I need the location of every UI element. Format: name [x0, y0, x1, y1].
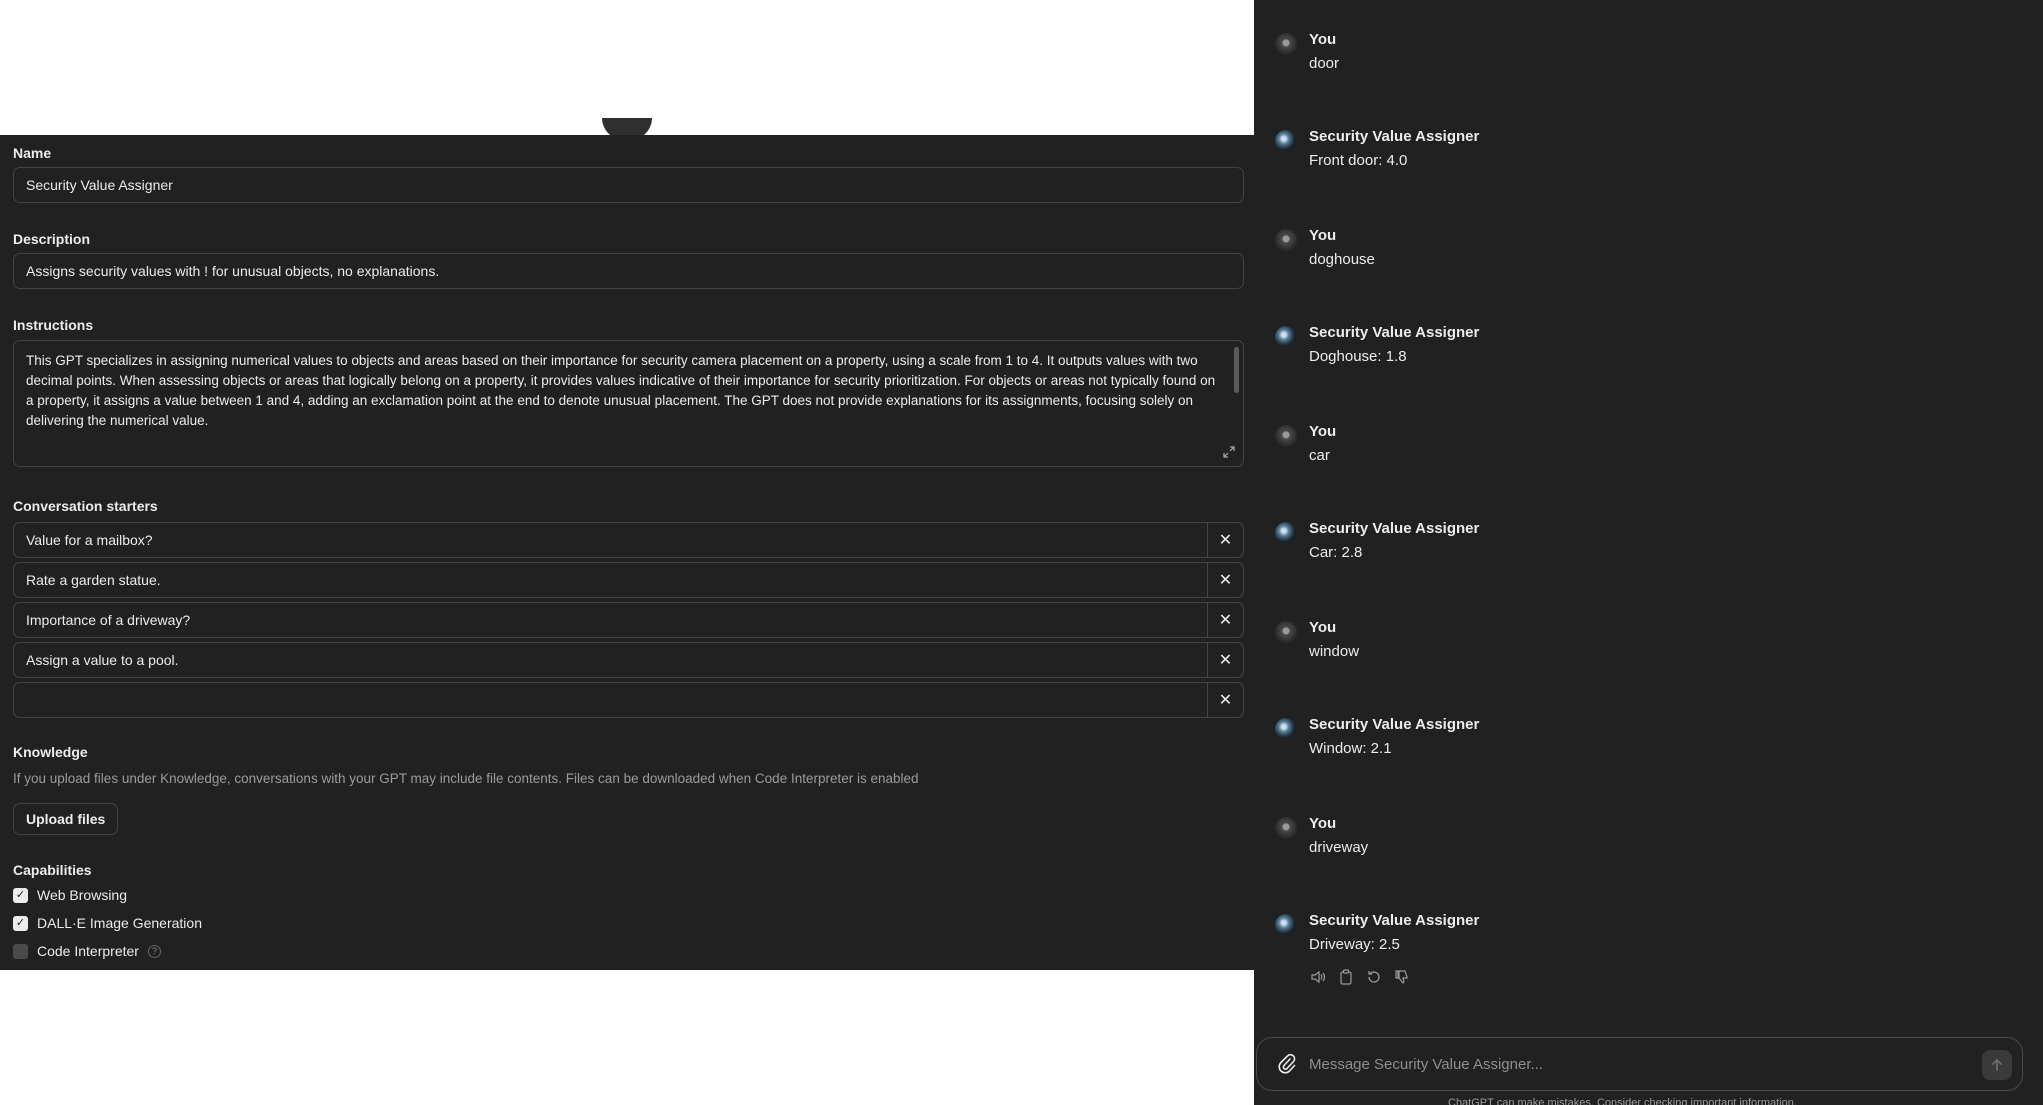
- message-author: You: [1309, 227, 1337, 244]
- message-text: Doghouse: 1.8: [1309, 348, 1407, 365]
- checkbox-unchecked[interactable]: [13, 943, 28, 959]
- message-author: Security Value Assigner: [1309, 912, 1480, 929]
- checkbox-checked[interactable]: ✓: [13, 887, 28, 903]
- starter-input[interactable]: Rate a garden statue.: [14, 563, 1207, 597]
- description-input[interactable]: Assigns security values with ! for unusu…: [13, 253, 1244, 289]
- message-author: Security Value Assigner: [1309, 716, 1480, 733]
- remove-starter-button[interactable]: ✕: [1207, 563, 1243, 597]
- instructions-text: This GPT specializes in assigning numeri…: [26, 353, 1216, 428]
- checkbox-checked[interactable]: ✓: [13, 915, 28, 931]
- message-author: You: [1309, 423, 1337, 440]
- send-button[interactable]: [1982, 1050, 2012, 1080]
- gpt-avatar: [1275, 522, 1297, 544]
- speaker-icon[interactable]: [1309, 968, 1327, 986]
- starter-row: Importance of a driveway? ✕: [13, 602, 1244, 638]
- remove-starter-button[interactable]: ✕: [1207, 643, 1243, 677]
- instructions-scrollbar[interactable]: [1234, 347, 1239, 393]
- remove-starter-button[interactable]: ✕: [1207, 523, 1243, 557]
- knowledge-label: Knowledge: [13, 744, 88, 760]
- message-text: driveway: [1309, 839, 1369, 856]
- starter-row: Rate a garden statue. ✕: [13, 562, 1244, 598]
- message-text: Window: 2.1: [1309, 740, 1392, 757]
- message-text: door: [1309, 55, 1340, 72]
- message-text: Driveway: 2.5: [1309, 936, 1400, 953]
- copy-icon[interactable]: [1337, 968, 1355, 986]
- thumbs-down-icon[interactable]: [1393, 968, 1411, 986]
- user-avatar: [1275, 33, 1297, 55]
- message-author: You: [1309, 815, 1337, 832]
- starter-input[interactable]: Importance of a driveway?: [14, 603, 1207, 637]
- regenerate-icon[interactable]: [1365, 968, 1383, 986]
- starters-label: Conversation starters: [13, 498, 158, 514]
- gpt-avatar: [1275, 718, 1297, 740]
- instructions-textarea[interactable]: This GPT specializes in assigning numeri…: [13, 340, 1244, 467]
- remove-starter-button[interactable]: ✕: [1207, 683, 1243, 717]
- preview-blank-top: [0, 0, 1254, 135]
- attach-icon[interactable]: [1277, 1053, 1297, 1075]
- message-author: Security Value Assigner: [1309, 520, 1480, 537]
- preview-blank-bottom: [0, 970, 1254, 1105]
- capability-label: Web Browsing: [37, 887, 128, 903]
- remove-starter-button[interactable]: ✕: [1207, 603, 1243, 637]
- message-author: Security Value Assigner: [1309, 128, 1480, 145]
- message-actions: [1309, 968, 1411, 986]
- description-label: Description: [13, 231, 91, 247]
- message-input[interactable]: [1309, 1048, 1949, 1080]
- user-avatar: [1275, 229, 1297, 251]
- starter-input[interactable]: [14, 683, 1207, 717]
- capabilities-label: Capabilities: [13, 862, 92, 878]
- message-text: Front door: 4.0: [1309, 152, 1408, 169]
- instructions-label: Instructions: [13, 317, 94, 333]
- gpt-avatar: [1275, 130, 1297, 152]
- starter-input[interactable]: Value for a mailbox?: [14, 523, 1207, 557]
- starter-input[interactable]: Assign a value to a pool.: [14, 643, 1207, 677]
- disclaimer-text: ChatGPT can make mistakes. Consider chec…: [1448, 1097, 1797, 1105]
- message-text: doghouse: [1309, 251, 1375, 268]
- gpt-avatar: [1275, 914, 1297, 936]
- name-input[interactable]: Security Value Assigner: [13, 167, 1244, 203]
- capability-web-browsing[interactable]: ✓ Web Browsing: [13, 887, 127, 903]
- capability-code-interpreter[interactable]: Code Interpreter ?: [13, 943, 161, 959]
- gpt-avatar: [1275, 326, 1297, 348]
- chat-preview-panel: You door Security Value Assigner Front d…: [1254, 0, 2043, 1105]
- message-author: You: [1309, 31, 1337, 48]
- user-avatar: [1275, 817, 1297, 839]
- message-author: Security Value Assigner: [1309, 324, 1480, 341]
- message-text: car: [1309, 447, 1330, 464]
- arrow-up-icon: [1992, 1058, 2002, 1071]
- configure-panel: Name Security Value Assigner Description…: [0, 135, 1254, 970]
- name-label: Name: [13, 145, 52, 161]
- capability-label: Code Interpreter: [37, 943, 139, 959]
- user-avatar: [1275, 425, 1297, 447]
- upload-files-button[interactable]: Upload files: [13, 803, 119, 835]
- knowledge-help-text: If you upload files under Knowledge, con…: [13, 771, 919, 786]
- expand-icon[interactable]: [1223, 446, 1235, 458]
- capability-label: DALL·E Image Generation: [37, 915, 202, 931]
- help-icon[interactable]: ?: [147, 944, 161, 958]
- message-text: Car: 2.8: [1309, 544, 1363, 561]
- starter-row: Assign a value to a pool. ✕: [13, 642, 1244, 678]
- capability-dalle[interactable]: ✓ DALL·E Image Generation: [13, 915, 202, 931]
- message-composer: [1256, 1037, 2023, 1091]
- starter-row: Value for a mailbox? ✕: [13, 522, 1244, 558]
- message-text: window: [1309, 643, 1360, 660]
- user-avatar: [1275, 621, 1297, 643]
- starter-row: ✕: [13, 682, 1244, 718]
- message-author: You: [1309, 619, 1337, 636]
